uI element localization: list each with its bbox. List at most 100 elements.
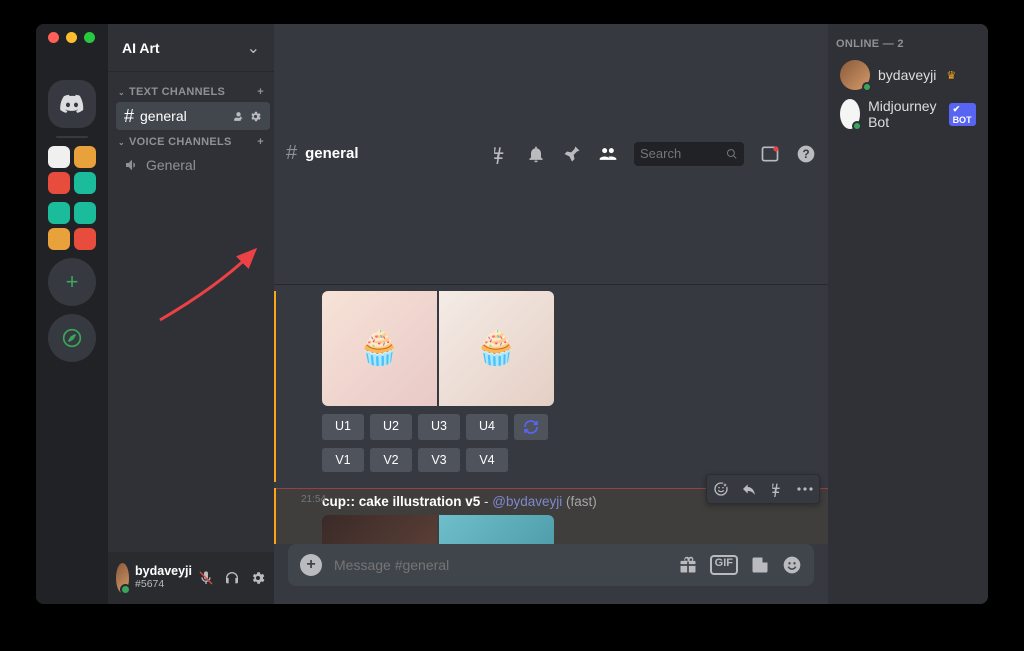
message: 21:54 cup:: cake illustration v5 - @byda… [274,488,828,545]
u1-button[interactable]: U1 [322,414,364,440]
folder-server [74,228,96,250]
user-panel: bydaveyji #5674 [108,552,274,604]
upscale-row: U1 U2 U3 U4 [322,414,816,440]
gift-icon[interactable] [678,555,698,575]
server-folder[interactable] [48,202,96,250]
image-thumb: 🧁 [439,515,554,545]
server-name[interactable]: AI Art [122,40,160,56]
chat-area: # general ? [274,24,828,604]
settings-gear-icon[interactable] [250,570,266,586]
notifications-icon[interactable] [526,144,546,164]
search-field[interactable] [640,146,722,161]
category-label: TEXT CHANNELS [129,86,225,98]
attach-button[interactable]: + [300,554,322,576]
timestamp: 21:54 [286,494,326,505]
channel-label: general [140,108,187,124]
message-composer[interactable]: + GIF [288,544,814,586]
folder-server [48,172,70,194]
image-grid[interactable]: 🧁 🧁 🧁 🧁 [322,515,554,545]
image-thumb: 🧁 [439,291,554,406]
message-hover-actions [706,474,820,504]
add-reaction-icon[interactable] [707,475,735,503]
inbox-icon[interactable] [760,144,780,164]
reply-icon[interactable] [735,475,763,503]
speaker-icon [124,157,140,173]
member-list-icon[interactable] [598,144,618,164]
image-thumb: 🧁 [322,515,437,545]
folder-server [48,146,70,168]
message-input[interactable] [334,557,666,573]
v4-button[interactable]: V4 [466,448,508,472]
create-thread-icon[interactable] [763,475,791,503]
window-traffic-lights [48,32,95,43]
member-item[interactable]: bydaveyji ♛ [836,56,980,94]
hash-icon: # [124,107,134,125]
crown-icon: ♛ [946,69,956,82]
more-icon[interactable] [791,475,819,503]
discord-window: + AI Art ⌄ ⌄TEXT CHANNELS + # general [36,24,988,604]
search-input[interactable] [634,142,744,166]
folder-server [74,172,96,194]
svg-text:?: ? [802,148,809,161]
member-name: bydaveyji [878,67,936,83]
create-invite-icon[interactable] [232,110,245,123]
member-name: Midjourney Bot [868,98,936,130]
folder-server [48,228,70,250]
headphones-icon[interactable] [224,570,240,586]
reroll-button[interactable] [514,414,548,440]
folder-server [74,202,96,224]
server-folder[interactable] [48,146,96,194]
user-mention[interactable]: @bydaveyji [492,494,562,509]
minimize-window[interactable] [66,32,77,43]
image-thumb: 🧁 [322,291,437,406]
message: 🧁 🧁 U1 U2 U3 U4 V1 [274,291,828,482]
close-window[interactable] [48,32,59,43]
home-button[interactable] [48,80,96,128]
mute-icon[interactable] [198,570,214,586]
sticker-icon[interactable] [750,555,770,575]
pinned-icon[interactable] [562,144,582,164]
threads-icon[interactable] [490,144,510,164]
avatar [840,60,870,90]
channel-label: General [146,157,196,173]
v1-button[interactable]: V1 [322,448,364,472]
chevron-down-icon[interactable]: ⌄ [247,38,260,58]
add-channel-icon[interactable]: + [257,136,264,148]
rail-separator [56,136,88,138]
u4-button[interactable]: U4 [466,414,508,440]
folder-server [48,202,70,224]
v2-button[interactable]: V2 [370,448,412,472]
bot-badge: ✔ BOT [949,103,976,126]
help-icon[interactable]: ? [796,144,816,164]
avatar[interactable] [116,563,129,593]
gif-icon[interactable]: GIF [710,555,738,575]
search-icon [726,147,738,161]
members-heading: ONLINE — 2 [836,38,980,50]
gear-icon[interactable] [249,110,262,123]
maximize-window[interactable] [84,32,95,43]
v3-button[interactable]: V3 [418,448,460,472]
channel-title: general [305,145,482,162]
user-tag: #5674 [135,579,192,591]
explore-servers-button[interactable] [48,314,96,362]
hash-icon: # [286,142,297,165]
server-rail: + [36,24,108,604]
u2-button[interactable]: U2 [370,414,412,440]
add-server-button[interactable]: + [48,258,96,306]
channel-item-general[interactable]: # general [116,102,270,130]
member-item[interactable]: Midjourney Bot ✔ BOT [836,94,980,134]
add-channel-icon[interactable]: + [257,86,264,98]
channel-category[interactable]: ⌄VOICE CHANNELS + [116,130,270,152]
username: bydaveyji [135,565,192,579]
category-label: VOICE CHANNELS [129,136,232,148]
avatar [840,99,860,129]
voice-channel-general[interactable]: General [116,152,270,178]
channel-category[interactable]: ⌄TEXT CHANNELS + [116,80,270,102]
emoji-icon[interactable] [782,555,802,575]
folder-server [74,146,96,168]
member-list: ONLINE — 2 bydaveyji ♛ Midjourney Bot ✔ … [828,24,988,604]
u3-button[interactable]: U3 [418,414,460,440]
channel-sidebar: AI Art ⌄ ⌄TEXT CHANNELS + # general [108,24,274,604]
image-grid[interactable]: 🧁 🧁 [322,291,554,406]
variation-row: V1 V2 V3 V4 [322,448,816,472]
